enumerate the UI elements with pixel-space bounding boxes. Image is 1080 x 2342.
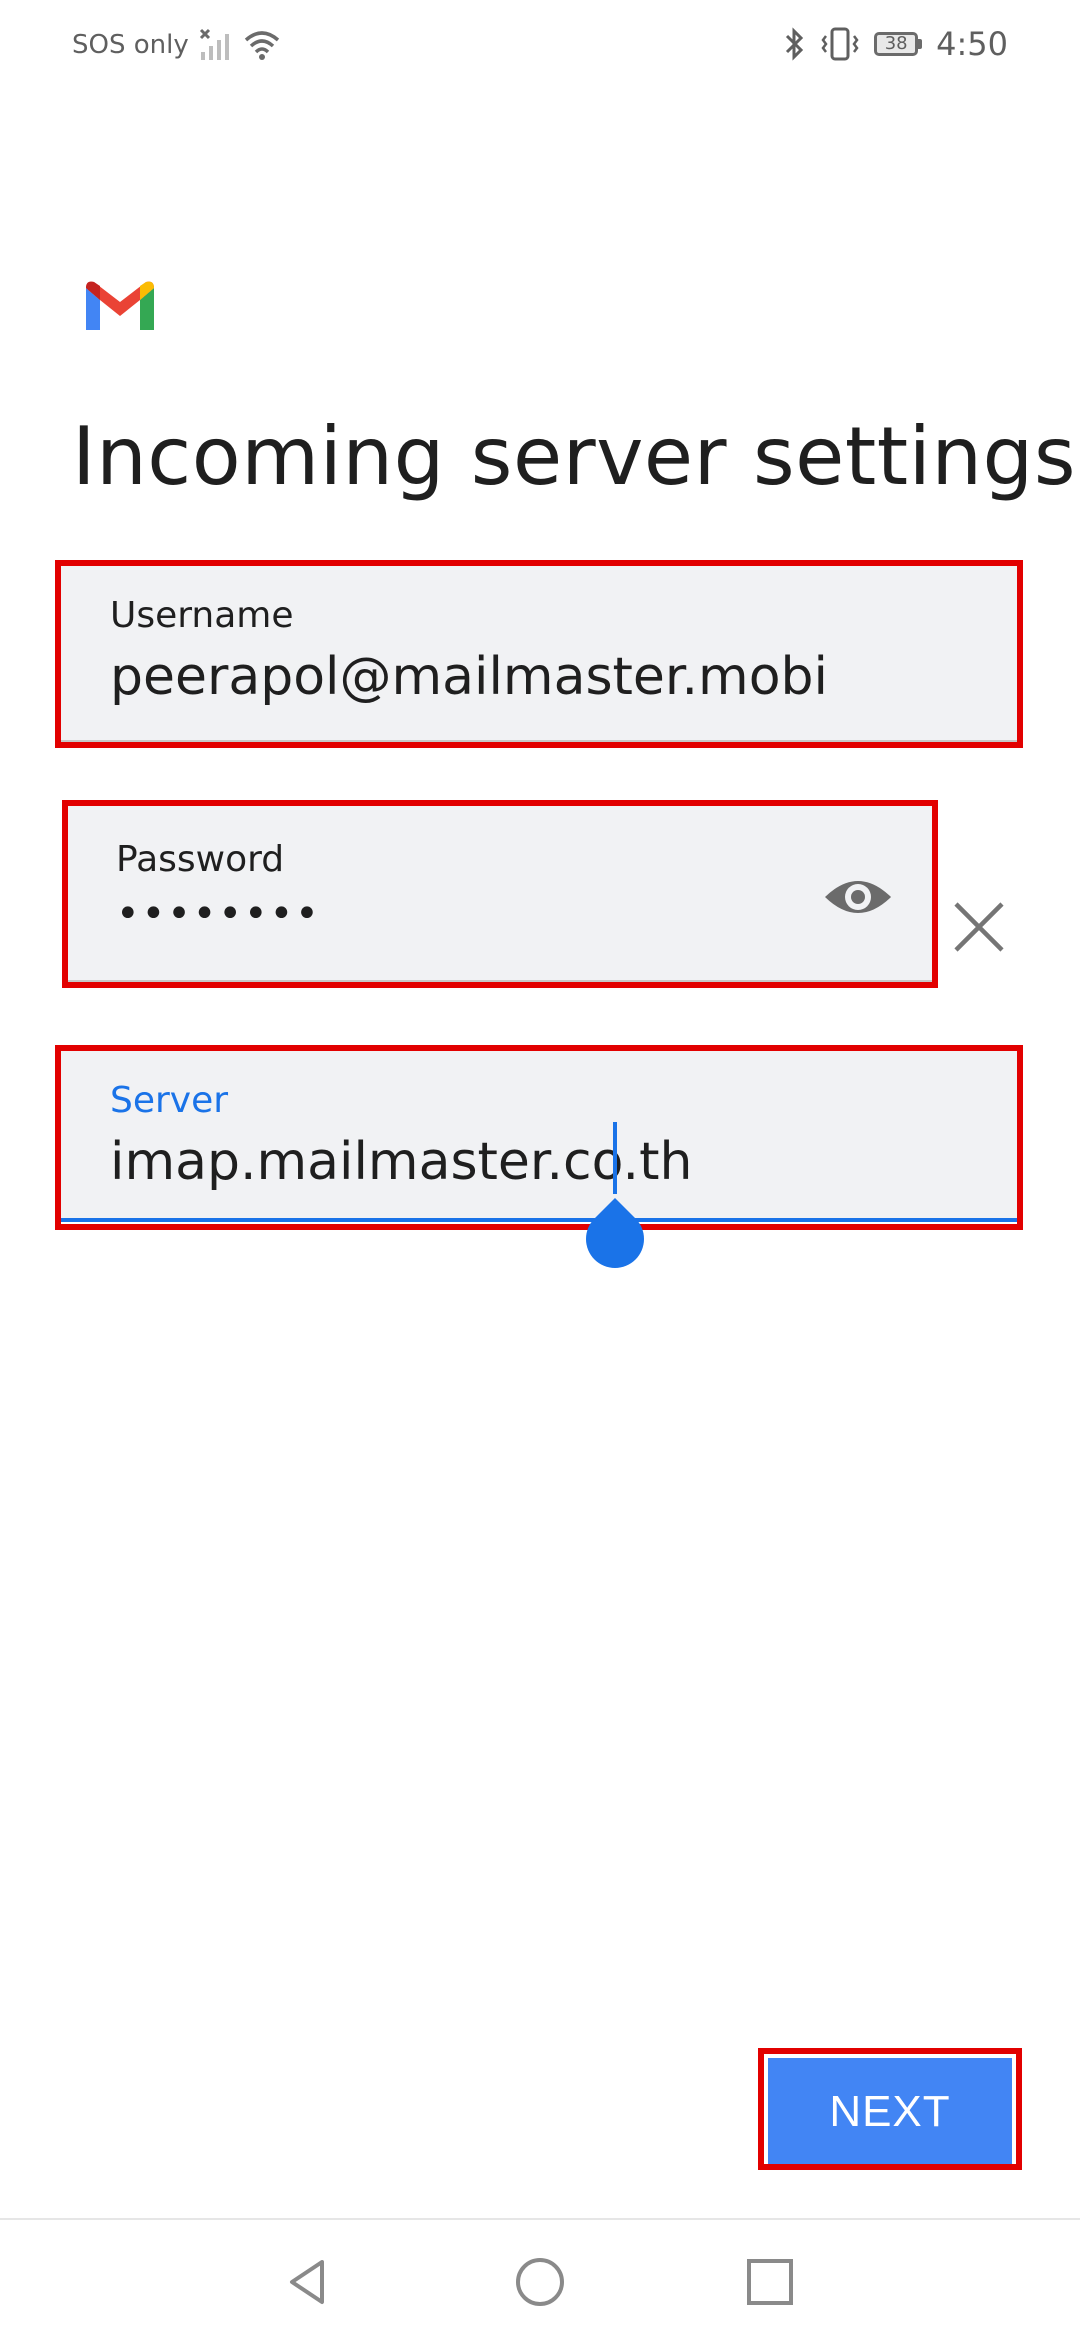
password-input[interactable]: •••••••• [116, 891, 321, 937]
wifi-icon [244, 31, 279, 60]
back-icon[interactable] [282, 2256, 334, 2308]
vibrate-icon [821, 27, 859, 61]
status-bar-right: 38 4:50 [784, 24, 1008, 64]
server-input[interactable]: imap.mailmaster.co.th [110, 1132, 692, 1192]
carrier-text: SOS only [72, 30, 189, 60]
server-field[interactable]: Server imap.mailmaster.co.th [60, 1050, 1018, 1222]
gmail-logo [86, 281, 154, 330]
username-label: Username [110, 595, 294, 636]
navigation-bar [0, 2218, 1080, 2342]
battery-level: 38 [874, 32, 919, 56]
home-icon[interactable] [514, 2256, 566, 2308]
status-bar-left: SOS only [72, 28, 281, 62]
battery-tip [918, 39, 923, 49]
battery-icon: 38 [874, 32, 923, 56]
server-label: Server [110, 1080, 229, 1121]
eye-icon[interactable] [823, 873, 893, 921]
password-label: Password [116, 839, 285, 880]
next-button[interactable]: NEXT [768, 2058, 1012, 2166]
username-field[interactable]: Username peerapol@mailmaster.mobi [60, 565, 1018, 743]
clock: 4:50 [936, 25, 1008, 63]
bluetooth-icon [786, 27, 804, 61]
username-input[interactable]: peerapol@mailmaster.mobi [110, 647, 828, 707]
password-field[interactable]: Password •••••••• [66, 805, 934, 983]
recents-icon[interactable] [744, 2256, 796, 2308]
close-icon[interactable] [950, 898, 1008, 956]
signal-icon [199, 28, 229, 60]
page-title: Incoming server settings [72, 410, 1076, 503]
text-cursor [613, 1122, 617, 1194]
